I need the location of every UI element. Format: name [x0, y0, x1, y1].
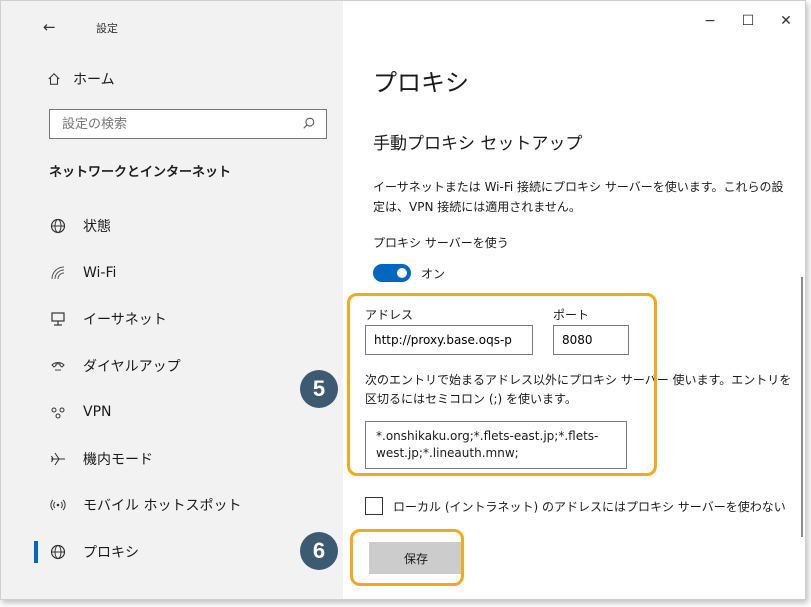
search-icon[interactable] — [302, 116, 316, 130]
sidebar-item-label: プロキシ — [83, 544, 139, 561]
scrollbar-thumb[interactable] — [801, 277, 803, 537]
home-link[interactable]: ホーム — [47, 69, 115, 89]
sidebar-item-label: VPN — [83, 404, 112, 421]
use-proxy-label: プロキシ サーバーを使う — [373, 236, 509, 250]
local-bypass-row[interactable]: ローカル (イントラネット) のアドレスにはプロキシ サーバーを使わない — [365, 497, 786, 515]
globe-icon — [49, 217, 67, 235]
sidebar-item-label: モバイル ホットスポット — [83, 498, 242, 515]
minimize-button[interactable]: − — [691, 1, 729, 41]
sidebar-item-wifi[interactable]: Wi-Fi — [1, 250, 343, 297]
sidebar-item-label: 機内モード — [83, 451, 153, 468]
ethernet-icon — [49, 310, 67, 328]
sidebar-item-vpn[interactable]: VPN — [1, 389, 343, 436]
sidebar-nav: 状態 Wi-Fi イーサネット ダイヤルアップ VPN 機内モード モバイル ホ… — [1, 203, 343, 575]
step5-badge: 5 — [300, 370, 338, 408]
hotspot-icon — [49, 496, 67, 514]
page-title: プロキシ — [373, 69, 469, 97]
local-bypass-label: ローカル (イントラネット) のアドレスにはプロキシ サーバーを使わない — [393, 499, 786, 514]
scrollbar[interactable] — [799, 1, 805, 599]
toggle-state-label: オン — [421, 267, 446, 281]
search-input[interactable] — [50, 110, 292, 138]
airplane-icon — [49, 450, 67, 468]
home-label: ホーム — [73, 72, 115, 88]
sidebar: ← 設定 ホーム ネットワークとインターネット 状態 — [1, 1, 343, 599]
sidebar-item-status[interactable]: 状態 — [1, 203, 343, 250]
step5-highlight — [347, 293, 657, 476]
sidebar-item-proxy[interactable]: プロキシ — [1, 529, 343, 576]
sidebar-item-ethernet[interactable]: イーサネット — [1, 296, 343, 343]
globe-icon — [49, 543, 67, 561]
sidebar-item-label: 状態 — [83, 219, 111, 236]
section-title: ネットワークとインターネット — [49, 165, 232, 180]
wifi-icon — [49, 264, 67, 282]
sidebar-item-label: イーサネット — [83, 312, 167, 329]
toggle-knob — [397, 268, 407, 278]
settings-search — [49, 109, 327, 139]
sidebar-item-airplane[interactable]: 機内モード — [1, 436, 343, 483]
home-icon — [48, 73, 60, 85]
window-controls: − ☐ ✕ — [691, 1, 805, 41]
vpn-icon — [49, 403, 67, 421]
sidebar-item-hotspot[interactable]: モバイル ホットスポット — [1, 482, 343, 529]
sidebar-item-label: Wi-Fi — [83, 264, 117, 281]
window-title: 設定 — [96, 22, 118, 35]
dialup-icon — [49, 357, 67, 375]
proxy-description: イーサネットまたは Wi-Fi 接続にプロキシ サーバーを使います。これらの設定… — [373, 180, 784, 214]
step6-highlight — [350, 529, 464, 586]
back-arrow-icon[interactable]: ← — [43, 18, 56, 36]
step6-badge: 6 — [300, 532, 338, 570]
maximize-button[interactable]: ☐ — [729, 1, 767, 41]
sidebar-item-dialup[interactable]: ダイヤルアップ — [1, 343, 343, 390]
local-bypass-checkbox[interactable] — [365, 497, 383, 515]
section-heading: 手動プロキシ セットアップ — [373, 134, 583, 154]
sidebar-item-label: ダイヤルアップ — [83, 358, 181, 375]
use-proxy-toggle[interactable] — [373, 264, 411, 282]
